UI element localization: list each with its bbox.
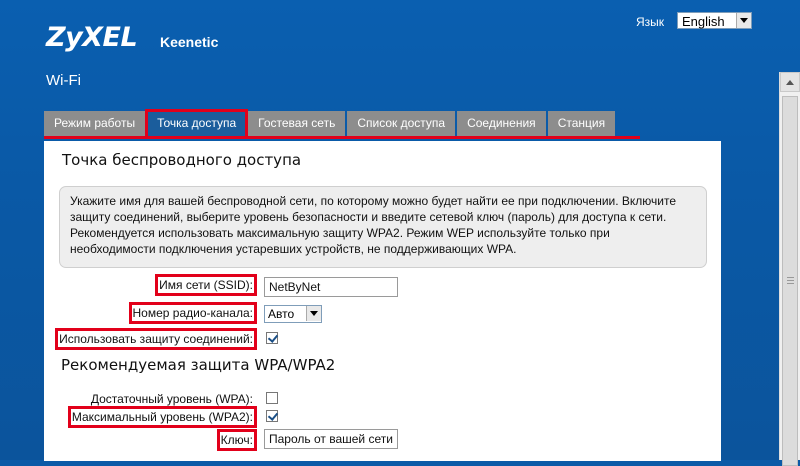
channel-select[interactable]: Авто [264,305,322,323]
grip-line [787,280,794,281]
key-input[interactable]: Пароль от вашей сети [264,429,398,449]
tab-station[interactable]: Станция [547,111,616,136]
tab-underline [44,136,640,139]
wpa2-label: Максимальный уровень (WPA2): [67,406,258,428]
section-title: Точка беспроводного доступа [62,151,302,169]
tab-bar: Режим работы Точка доступа Гостевая сеть… [44,109,617,139]
chevron-down-icon[interactable] [306,306,321,321]
tab-access-point[interactable]: Точка доступа [145,109,249,139]
wpa2-checkbox[interactable] [266,410,278,422]
info-line: Рекомендуется использовать максимальную … [70,226,610,240]
language-label: Язык [636,15,665,29]
protection-checkbox[interactable] [266,332,278,344]
wpa-section-title: Рекомендуемая защита WPA/WPA2 [61,356,336,374]
arrow-up-icon[interactable] [780,72,800,92]
language-select[interactable]: English [677,12,752,29]
tab-guest-network[interactable]: Гостевая сеть [248,111,346,136]
wpa-label: Достаточный уровень (WPA): [90,392,253,406]
info-line: Укажите имя для вашей беспроводной сети,… [70,194,677,208]
grip-line [787,283,794,284]
product-name: Keenetic [160,34,219,50]
ssid-input[interactable]: NetByNet [264,277,398,297]
chevron-down-icon[interactable] [736,13,751,28]
info-box: Укажите имя для вашей беспроводной сети,… [59,186,707,268]
wpa-checkbox[interactable] [266,392,278,404]
channel-label: Номер радио-канала: [128,302,257,324]
channel-value: Авто [268,307,295,321]
info-line: необходимости подключения устаревших уст… [70,242,517,256]
tab-connections[interactable]: Соединения [457,111,546,136]
settings-panel: Точка беспроводного доступа Укажите имя … [44,141,721,461]
vertical-scrollbar[interactable] [779,72,800,466]
tab-access-list[interactable]: Список доступа [347,111,456,136]
ssid-label: Имя сети (SSID): [155,274,257,296]
info-line: защиту соединений, выберите уровень безо… [70,210,667,224]
protection-label: Использовать защиту соединений: [55,328,257,350]
key-label: Ключ: [216,429,258,451]
brand-logo: ZyXEL [46,22,138,53]
grip-line [787,277,794,278]
scrollbar-thumb[interactable] [782,96,798,466]
tab-mode[interactable]: Режим работы [44,111,146,136]
page-title: Wi-Fi [46,72,81,89]
language-value: English [682,14,725,29]
